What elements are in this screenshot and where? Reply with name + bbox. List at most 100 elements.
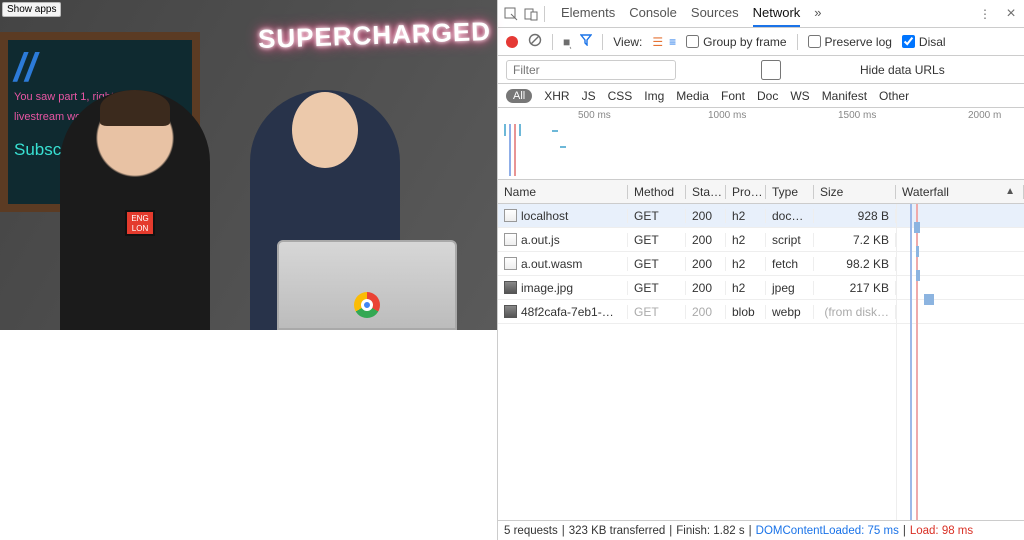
timeline-marks	[504, 124, 521, 176]
inspect-icon[interactable]	[504, 7, 518, 21]
timeline-bar	[552, 130, 558, 132]
cell-name: a.out.wasm	[521, 257, 582, 271]
cell-status: 200	[686, 209, 726, 223]
status-bar: 5 requests | 323 KB transferred | Finish…	[498, 520, 1024, 540]
cell-method: GET	[628, 233, 686, 247]
sort-arrow-icon: ▲	[1005, 186, 1015, 197]
cell-protocol: h2	[726, 281, 766, 295]
clear-icon[interactable]	[528, 33, 542, 50]
file-icon	[504, 233, 517, 246]
status-finish: Finish: 1.82 s	[676, 525, 744, 537]
table-row[interactable]: localhostGET200h2doc…928 B	[498, 204, 1024, 228]
status-requests: 5 requests	[504, 525, 558, 537]
table-row[interactable]: a.out.jsGET200h2script7.2 KB	[498, 228, 1024, 252]
tab-console[interactable]: Console	[629, 0, 677, 27]
tabs-overflow[interactable]: »	[814, 0, 821, 27]
cell-name: 48f2cafa-7eb1-…	[521, 305, 614, 319]
status-load: Load: 98 ms	[910, 525, 973, 537]
cell-type: webp	[766, 305, 814, 319]
network-table: Name Method Sta… Pro… Type Size Waterfal…	[498, 180, 1024, 520]
view-label: View:	[613, 35, 642, 49]
laptop	[277, 240, 457, 330]
cell-type: fetch	[766, 257, 814, 271]
table-row[interactable]: image.jpg GET200h2jpeg217 KB	[498, 276, 1024, 300]
preserve-log-checkbox[interactable]: Preserve log	[808, 35, 892, 49]
checkbox-label: Hide data URLs	[860, 63, 945, 77]
polymer-logo-icon: //	[14, 46, 186, 91]
cell-name: a.out.js	[521, 233, 560, 247]
file-icon	[504, 209, 517, 222]
tab-network[interactable]: Network	[753, 0, 801, 27]
table-header: Name Method Sta… Pro… Type Size Waterfal…	[498, 180, 1024, 204]
devtools-tabs: Elements Console Sources Network » ⋮ ×	[498, 0, 1024, 28]
type-media[interactable]: Media	[676, 89, 709, 103]
cell-name: image.jpg	[521, 281, 573, 295]
view-waterfall-icon[interactable]: ≡	[669, 35, 676, 49]
checkbox-label: Disal	[919, 35, 946, 49]
cell-name: localhost	[521, 209, 568, 223]
cell-protocol: h2	[726, 233, 766, 247]
cell-size: 7.2 KB	[814, 233, 896, 247]
cell-protocol: h2	[726, 209, 766, 223]
filter-bar: Hide data URLs	[498, 56, 1024, 84]
camera-icon[interactable]: ■ͅ	[563, 35, 570, 49]
cell-protocol: h2	[726, 257, 766, 271]
file-icon	[504, 257, 517, 270]
cell-status: 200	[686, 257, 726, 271]
col-protocol[interactable]: Pro…	[726, 185, 766, 199]
timeline-tick: 500 ms	[578, 110, 611, 121]
tab-sources[interactable]: Sources	[691, 0, 739, 27]
checkbox-label: Group by frame	[703, 35, 786, 49]
cell-size: 928 B	[814, 209, 896, 223]
cell-protocol: blob	[726, 305, 766, 319]
hand	[303, 120, 347, 164]
table-row[interactable]: a.out.wasmGET200h2fetch98.2 KB	[498, 252, 1024, 276]
badge: ENG LON	[125, 210, 155, 236]
type-css[interactable]: CSS	[608, 89, 633, 103]
type-img[interactable]: Img	[644, 89, 664, 103]
col-method[interactable]: Method	[628, 185, 686, 199]
table-row[interactable]: 48f2cafa-7eb1-…GET200blobwebp(from disk…	[498, 300, 1024, 324]
device-toggle-icon[interactable]	[524, 7, 538, 21]
cell-type: doc…	[766, 209, 814, 223]
col-waterfall-label: Waterfall	[902, 185, 949, 199]
file-icon	[504, 281, 517, 294]
type-doc[interactable]: Doc	[757, 89, 778, 103]
col-type[interactable]: Type	[766, 185, 814, 199]
type-xhr[interactable]: XHR	[544, 89, 569, 103]
col-waterfall[interactable]: Waterfall ▲	[896, 185, 1024, 199]
filter-input[interactable]	[506, 60, 676, 80]
type-js[interactable]: JS	[582, 89, 596, 103]
cell-method: GET	[628, 305, 686, 319]
hide-data-urls-checkbox[interactable]: Hide data URLs	[686, 60, 945, 80]
close-icon[interactable]: ×	[1004, 7, 1018, 21]
status-transferred: 323 KB transferred	[569, 525, 666, 537]
col-size[interactable]: Size	[814, 185, 896, 199]
video-thumbnail: Show apps // You saw part 1, right? live…	[0, 0, 497, 330]
type-manifest[interactable]: Manifest	[822, 89, 867, 103]
type-font[interactable]: Font	[721, 89, 745, 103]
cell-size: (from disk…	[814, 305, 896, 319]
record-icon[interactable]	[506, 36, 518, 48]
timeline-overview[interactable]: 500 ms 1000 ms 1500 ms 2000 m	[498, 108, 1024, 180]
view-large-icon[interactable]: ☰	[652, 35, 663, 49]
status-dcl: DOMContentLoaded: 75 ms	[756, 525, 899, 537]
group-by-frame-checkbox[interactable]: Group by frame	[686, 35, 786, 49]
col-status[interactable]: Sta…	[686, 185, 726, 199]
type-other[interactable]: Other	[879, 89, 909, 103]
cell-size: 217 KB	[814, 281, 896, 295]
timeline-tick: 1000 ms	[708, 110, 746, 121]
show-apps-button[interactable]: Show apps	[2, 2, 61, 17]
tab-elements[interactable]: Elements	[561, 0, 615, 27]
cell-type: jpeg	[766, 281, 814, 295]
col-name[interactable]: Name	[498, 185, 628, 199]
disable-cache-checkbox[interactable]: Disal	[902, 35, 946, 49]
type-ws[interactable]: WS	[790, 89, 809, 103]
type-all[interactable]: All	[506, 89, 532, 103]
kebab-menu-icon[interactable]: ⋮	[978, 7, 992, 21]
cell-status: 200	[686, 281, 726, 295]
type-filter-row: All XHR JS CSS Img Media Font Doc WS Man…	[498, 84, 1024, 108]
cell-method: GET	[628, 281, 686, 295]
timeline-tick: 2000 m	[968, 110, 1001, 121]
filter-icon[interactable]	[580, 34, 592, 49]
